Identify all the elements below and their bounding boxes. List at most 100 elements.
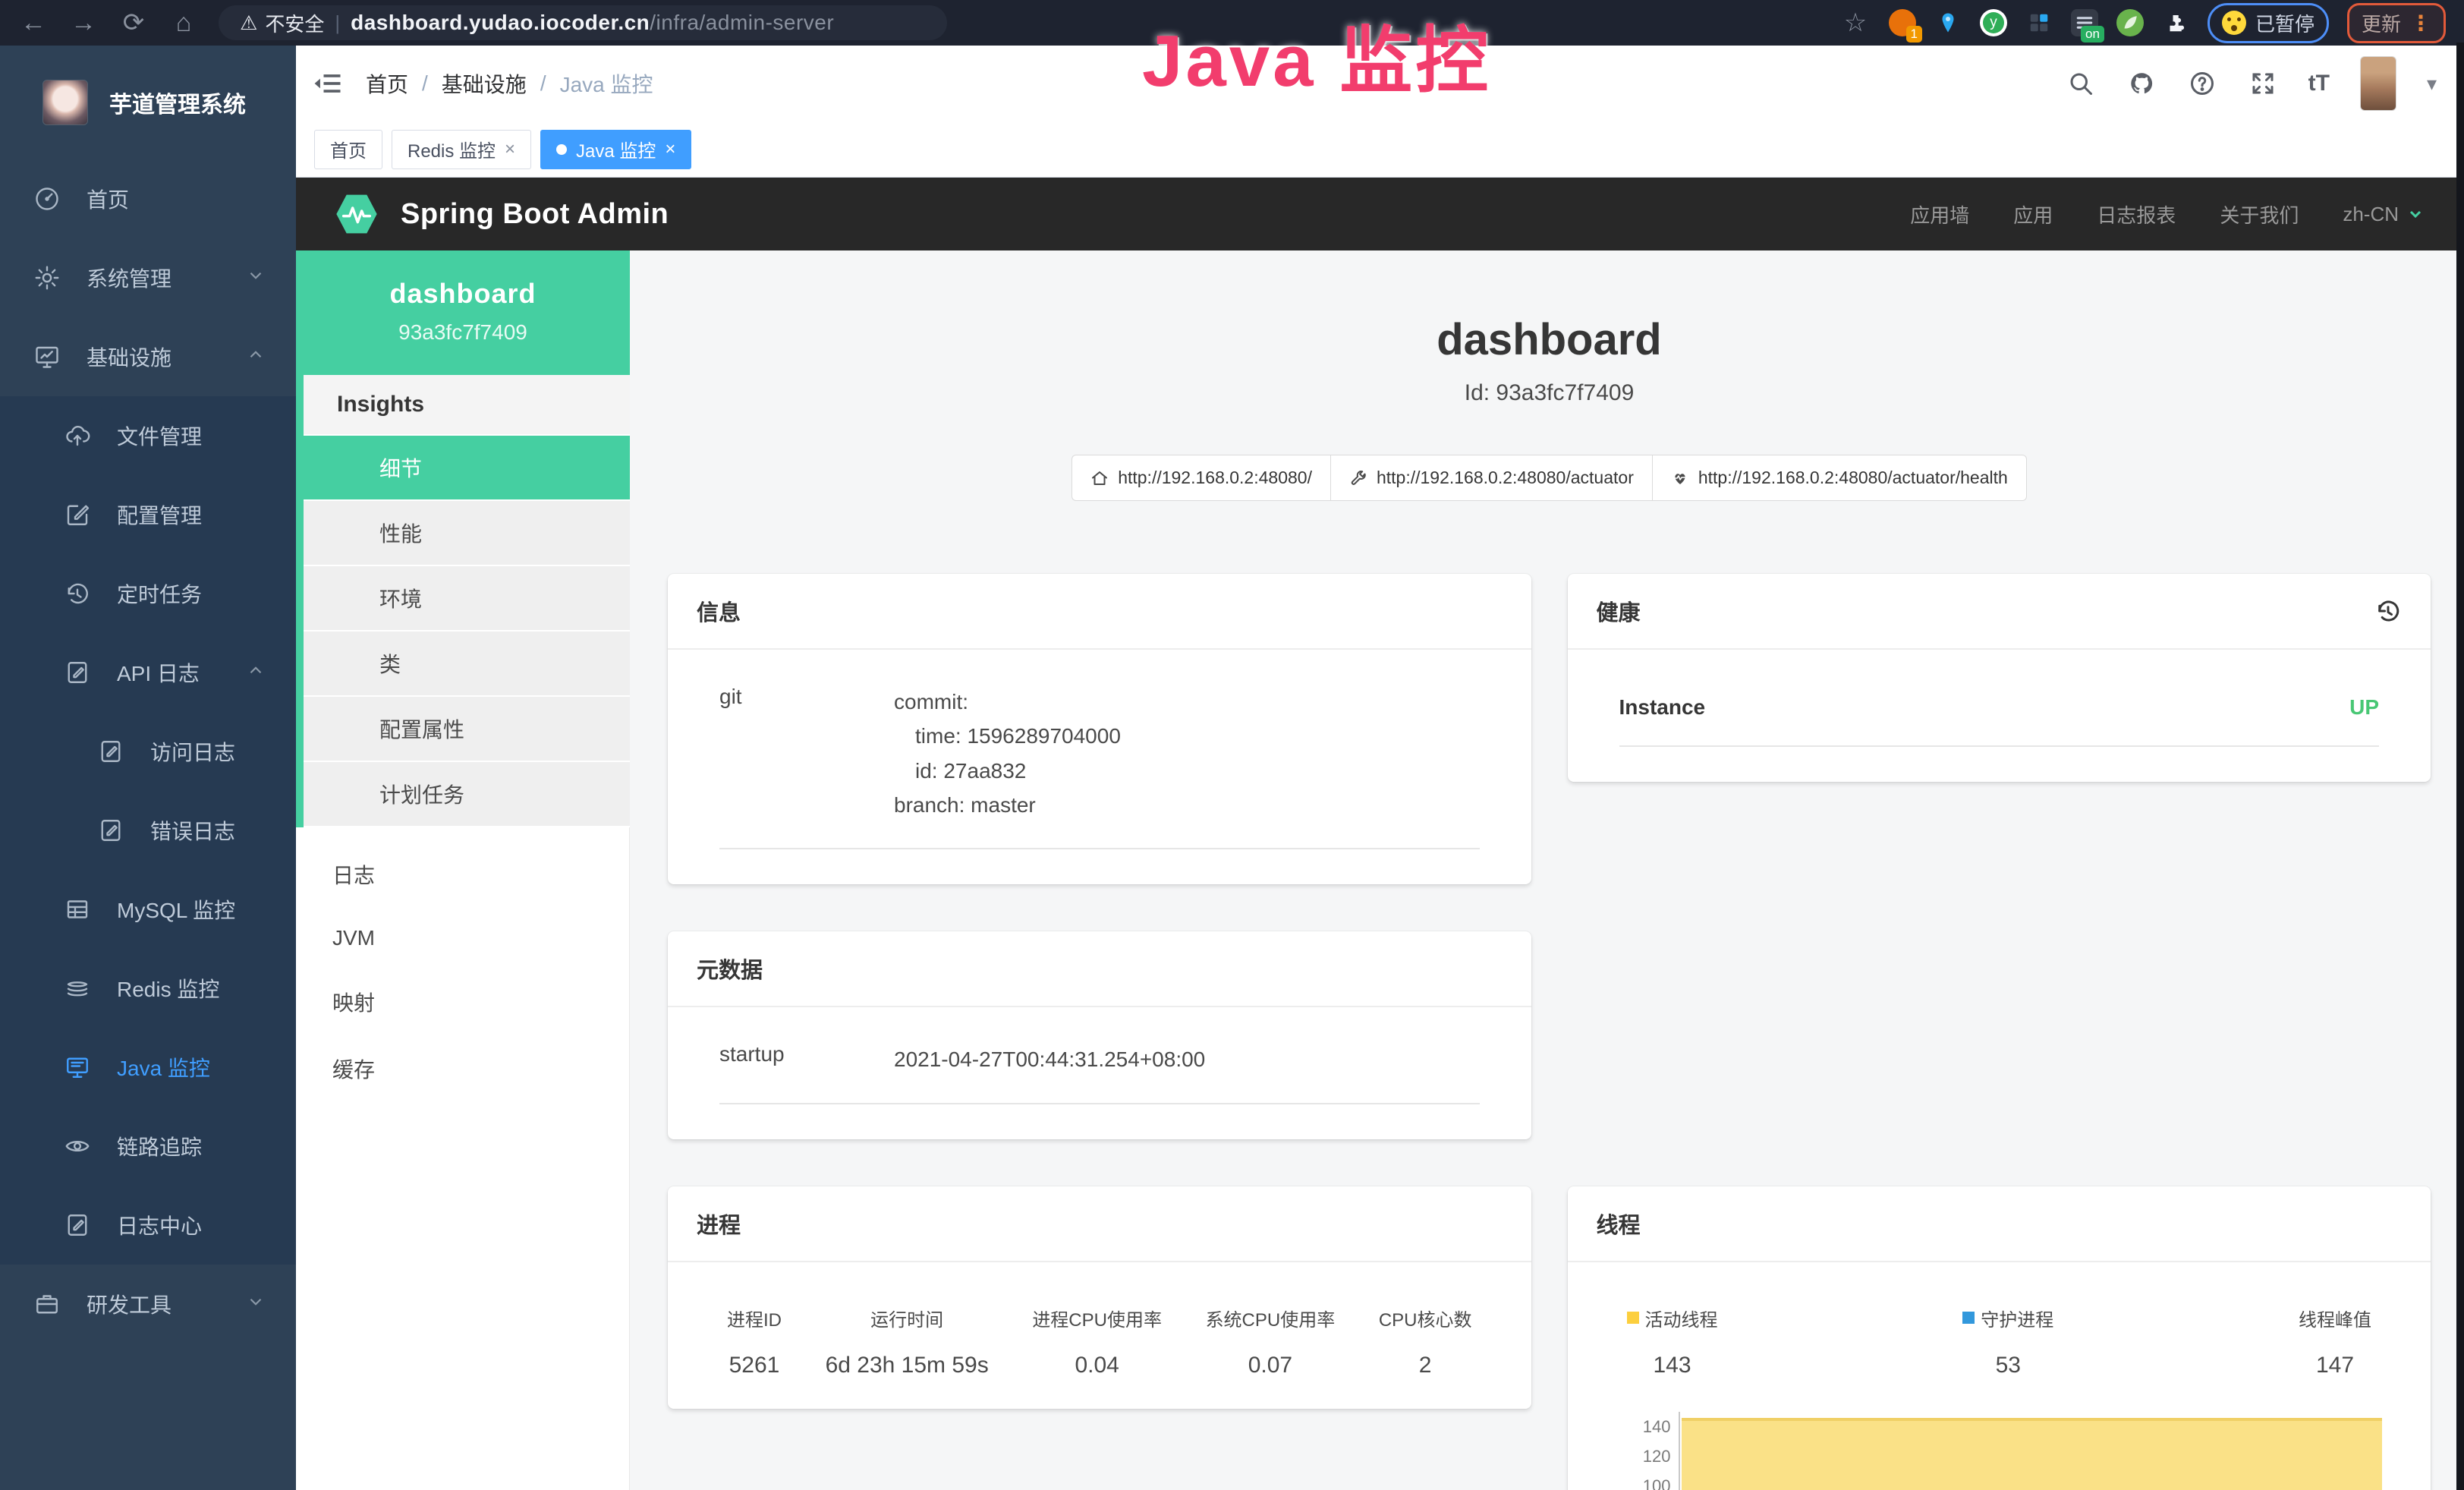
tab-redis-monitor[interactable]: Redis 监控 × — [392, 130, 531, 169]
sba-brand[interactable]: Spring Boot Admin — [401, 198, 669, 231]
sba-menu-classes[interactable]: 类 — [304, 632, 630, 697]
doc-edit-icon — [97, 738, 124, 765]
sba-menu-caches[interactable]: 缓存 — [296, 1035, 630, 1102]
browser-forward-icon[interactable]: → — [68, 10, 99, 36]
user-menu-caret-icon[interactable]: ▾ — [2427, 72, 2437, 96]
instance-url-group: http://192.168.0.2:48080/ http://192.168… — [668, 455, 2431, 501]
browser-back-icon[interactable]: ← — [18, 10, 49, 36]
user-avatar[interactable] — [2360, 56, 2396, 111]
sidebar-item-label: 首页 — [87, 184, 129, 214]
tab-java-monitor[interactable]: Java 监控 × — [540, 130, 691, 169]
sba-menu-scheduled-tasks[interactable]: 计划任务 — [304, 762, 630, 827]
divider — [719, 848, 1480, 849]
health-url-button[interactable]: http://192.168.0.2:48080/actuator/health — [1652, 455, 2027, 501]
sidebar-item-dev-tools[interactable]: 研发工具 — [0, 1265, 296, 1344]
heartbeat-icon — [1671, 469, 1689, 487]
sba-menu-jvm[interactable]: JVM — [296, 908, 630, 969]
sba-nav-applications[interactable]: 应用 — [2013, 200, 2053, 228]
sidebar-logo-row[interactable]: 芋道管理系统 — [0, 46, 296, 159]
sidebar-item-log-center[interactable]: 日志中心 — [0, 1186, 296, 1265]
sidebar-item-label: 系统管理 — [87, 263, 172, 293]
sidebar-item-system[interactable]: 系统管理 — [0, 238, 296, 317]
sidebar-item-infra[interactable]: 基础设施 — [0, 317, 296, 396]
browser-home-icon[interactable]: ⌂ — [168, 10, 199, 36]
paused-label: 已暂停 — [2255, 9, 2315, 37]
sba-menu-metrics[interactable]: 性能 — [304, 501, 630, 566]
extensions-puzzle-icon[interactable] — [2162, 9, 2189, 36]
close-icon[interactable]: × — [505, 139, 515, 160]
github-icon[interactable] — [2126, 68, 2157, 99]
sidebar-item-config[interactable]: 配置管理 — [0, 475, 296, 554]
git-branch-line: branch: master — [894, 788, 1480, 822]
sba-language-select[interactable]: zh-CN — [2343, 203, 2425, 226]
extension-leaf-icon[interactable] — [2116, 9, 2144, 36]
font-size-icon[interactable]: tT — [2308, 68, 2330, 99]
layers-icon — [64, 975, 91, 1002]
sidebar-collapse-icon[interactable] — [311, 67, 345, 100]
fullscreen-icon[interactable] — [2248, 68, 2278, 99]
sidebar-item-error-log[interactable]: 错误日志 — [0, 791, 296, 870]
sba-insights-section: Insights 细节 性能 环境 类 配置属性 计划任务 — [296, 375, 630, 827]
history-icon[interactable] — [2374, 597, 2402, 625]
breadcrumb-infra[interactable]: 基础设施 — [442, 68, 527, 99]
security-warning[interactable]: ⚠ 不安全 — [240, 9, 324, 37]
stat-peak-threads: 线程峰值 147 — [2299, 1305, 2371, 1378]
health-instance-row[interactable]: Instance UP — [1597, 685, 2403, 720]
sidebar-item-mysql[interactable]: MySQL 监控 — [0, 870, 296, 949]
breadcrumb-separator: / — [422, 71, 428, 96]
sba-menu-details[interactable]: 细节 — [304, 436, 630, 501]
browser-menu-icon[interactable]: ⋮ — [2410, 11, 2431, 36]
stat-label: 活动线程 — [1627, 1305, 1718, 1331]
sidebar-item-label: API 日志 — [117, 657, 200, 688]
sba-nav-about[interactable]: 关于我们 — [2220, 200, 2299, 228]
actuator-url-button[interactable]: http://192.168.0.2:48080/actuator — [1330, 455, 1652, 501]
search-icon[interactable] — [2066, 68, 2096, 99]
sba-app-name: dashboard — [304, 278, 622, 310]
sba-nav-wallboard[interactable]: 应用墙 — [1910, 200, 1969, 228]
breadcrumb-home[interactable]: 首页 — [366, 68, 408, 99]
sba-menu-logfile[interactable]: 日志 — [296, 841, 630, 908]
warning-icon: ⚠ — [240, 11, 257, 35]
spring-boot-admin-frame: Spring Boot Admin 应用墙 应用 日志报表 关于我们 zh-CN — [296, 178, 2464, 1490]
briefcase-icon — [33, 1290, 61, 1318]
stat-value: 147 — [2299, 1353, 2371, 1378]
stat-value: 143 — [1627, 1353, 1718, 1378]
address-separator: | — [335, 11, 340, 35]
sidebar-item-access-log[interactable]: 访问日志 — [0, 712, 296, 791]
sba-menu-environment[interactable]: 环境 — [304, 566, 630, 632]
sba-menu-config-props[interactable]: 配置属性 — [304, 697, 630, 762]
threads-card: 线程 活动线程 143 守护进程 — [1568, 1186, 2431, 1490]
sba-insights-header[interactable]: Insights — [304, 375, 630, 436]
sidebar-item-label: 基础设施 — [87, 342, 172, 372]
address-bar[interactable]: ⚠ 不安全 | dashboard.yudao.iocoder.cn/infra… — [219, 5, 947, 40]
sidebar-item-home[interactable]: 首页 — [0, 159, 296, 238]
extension-pin-icon[interactable] — [1934, 9, 1962, 36]
extension-grid-icon[interactable] — [2025, 9, 2053, 36]
sidebar-item-label: 日志中心 — [117, 1210, 202, 1240]
profiler-paused-button[interactable]: 已暂停 — [2208, 3, 2329, 43]
address-url[interactable]: dashboard.yudao.iocoder.cn/infra/admin-s… — [351, 11, 834, 35]
sidebar-item-redis[interactable]: Redis 监控 — [0, 949, 296, 1028]
sba-menu-mappings[interactable]: 映射 — [296, 969, 630, 1035]
extension-green-y-icon[interactable]: y — [1980, 9, 2007, 36]
doc-edit-icon — [97, 817, 124, 844]
help-icon[interactable] — [2187, 68, 2217, 99]
bookmark-star-icon[interactable]: ☆ — [1840, 10, 1871, 36]
close-icon[interactable]: × — [665, 139, 675, 160]
sidebar-item-java-monitor[interactable]: Java 监控 — [0, 1028, 296, 1107]
browser-update-button[interactable]: 更新 ⋮ — [2347, 3, 2446, 43]
sidebar-item-label: 文件管理 — [117, 421, 202, 451]
extension-tabs-on-icon[interactable]: on — [2071, 9, 2098, 36]
tab-home[interactable]: 首页 — [314, 130, 382, 169]
sidebar-item-file[interactable]: 文件管理 — [0, 396, 296, 475]
sidebar-item-tracing[interactable]: 链路追踪 — [0, 1107, 296, 1186]
chevron-up-icon — [246, 345, 266, 370]
extension-ubuntu-icon[interactable]: 1 — [1889, 9, 1916, 36]
sba-app-header[interactable]: dashboard 93a3fc7f7409 — [296, 250, 630, 375]
extension-badge: 1 — [1906, 26, 1922, 43]
browser-reload-icon[interactable]: ⟳ — [118, 10, 149, 36]
sidebar-item-job[interactable]: 定时任务 — [0, 554, 296, 633]
sba-nav-journal[interactable]: 日志报表 — [2097, 200, 2176, 228]
sidebar-item-api-log[interactable]: API 日志 — [0, 633, 296, 712]
service-url-button[interactable]: http://192.168.0.2:48080/ — [1072, 455, 1330, 501]
